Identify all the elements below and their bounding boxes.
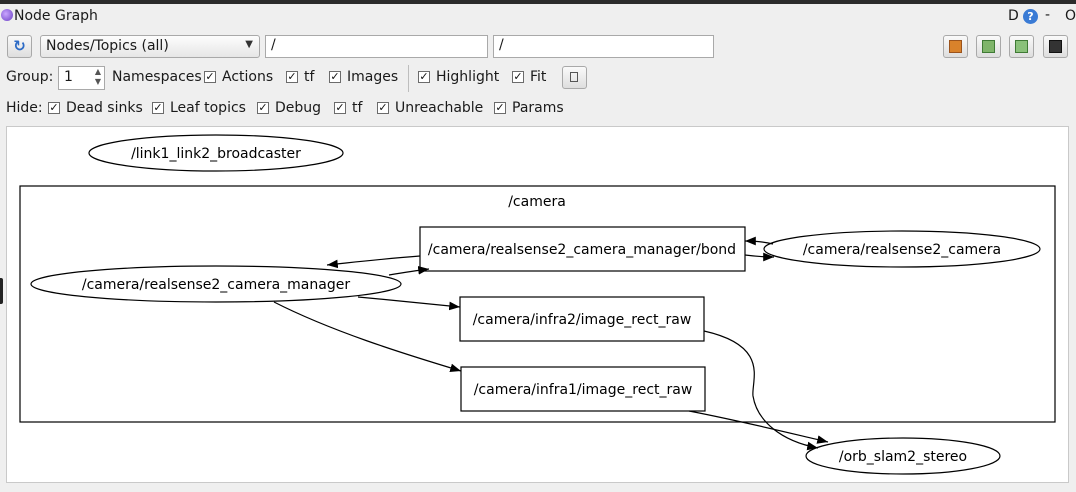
graph-mode-select[interactable]: Nodes/Topics (all) ▼ xyxy=(40,35,260,58)
highlight-label: Highlight xyxy=(436,69,500,85)
actions-label: Actions xyxy=(222,69,274,85)
graph-topic[interactable]: /camera/realsense2_camera_manager/bond xyxy=(419,226,746,272)
refresh-icon: ↻ xyxy=(13,37,26,55)
dead-sinks-label: Dead sinks xyxy=(66,100,143,116)
refresh-button[interactable]: ↻ xyxy=(7,35,32,58)
hide-label: Hide: xyxy=(6,100,43,116)
topic-label-bond: /camera/realsense2_camera_manager/bond xyxy=(428,242,736,258)
fit-checkbox[interactable]: ✓ xyxy=(512,71,524,83)
graph-canvas[interactable]: /camera /link1_link2_broadcaster /camera… xyxy=(6,126,1069,483)
hide-tf-checkbox[interactable]: ✓ xyxy=(334,102,346,114)
edge-bond-to-manager xyxy=(326,255,421,269)
toolbar-separator xyxy=(408,65,409,92)
graph-topic[interactable]: /camera/infra2/image_rect_raw xyxy=(459,296,705,342)
node-filter-input[interactable]: / xyxy=(265,35,488,58)
tf-checkbox[interactable]: ✓ xyxy=(329,71,341,83)
minimize-button[interactable]: - xyxy=(1045,7,1050,23)
images-label: Images xyxy=(347,69,399,85)
highlight-checkbox[interactable]: ✓ xyxy=(418,71,430,83)
screenshot-icon xyxy=(1049,40,1062,53)
app-icon xyxy=(1,9,13,21)
edge-infra2-to-orb xyxy=(703,330,819,451)
edge-camera-to-bond xyxy=(744,236,774,246)
graph-svg: /camera /link1_link2_broadcaster /camera… xyxy=(19,134,1056,475)
unreachable-checkbox[interactable]: ✓ xyxy=(377,102,389,114)
close-button[interactable]: O xyxy=(1065,8,1076,24)
spin-down-icon[interactable]: ▼ xyxy=(95,77,101,86)
params-label: Params xyxy=(512,100,564,116)
graph-node[interactable]: /orb_slam2_stereo xyxy=(805,437,1001,475)
topic-label-infra1: /camera/infra1/image_rect_raw xyxy=(474,382,693,398)
leaf-topics-label: Leaf topics xyxy=(170,100,246,116)
params-checkbox[interactable]: ✓ xyxy=(494,102,506,114)
screenshot-button[interactable] xyxy=(1043,35,1068,58)
edge-manager-to-infra1 xyxy=(273,301,462,373)
fit-label: Fit xyxy=(530,69,547,85)
save-svg-icon xyxy=(1015,40,1028,53)
topic-filter-input[interactable]: / xyxy=(493,35,714,58)
camera-cluster-label: /camera xyxy=(508,194,566,210)
group-spinbox[interactable]: 1 ▲ ▼ xyxy=(58,66,105,90)
load-icon xyxy=(949,40,962,53)
group-value: 1 xyxy=(64,69,73,85)
edge-manager-to-bond xyxy=(388,266,430,276)
node-label-orb-slam: /orb_slam2_stereo xyxy=(839,449,967,465)
splitter-handle[interactable] xyxy=(0,278,3,304)
graph-topic[interactable]: /camera/infra1/image_rect_raw xyxy=(460,366,706,412)
save-svg-button[interactable] xyxy=(1009,35,1034,58)
spin-up-icon[interactable]: ▲ xyxy=(95,67,101,76)
namespaces-label: Namespaces xyxy=(112,69,202,85)
dead-sinks-checkbox[interactable]: ✓ xyxy=(48,102,60,114)
debug-checkbox[interactable]: ✓ xyxy=(257,102,269,114)
fit-icon xyxy=(570,72,578,82)
dock-button[interactable]: D xyxy=(1008,8,1019,24)
group-label: Group: xyxy=(6,69,54,85)
namespaces-checkbox[interactable]: ✓ xyxy=(204,71,216,83)
save-dot-button[interactable] xyxy=(976,35,1001,58)
actions-checkbox[interactable]: ✓ xyxy=(286,71,298,83)
window-title: Node Graph xyxy=(14,8,98,24)
debug-label: Debug xyxy=(275,100,322,116)
fit-view-button[interactable] xyxy=(562,66,587,89)
hide-tf-label: tf xyxy=(352,100,363,116)
graph-node[interactable]: /camera/realsense2_camera xyxy=(763,230,1041,268)
graph-mode-value: Nodes/Topics (all) xyxy=(46,38,169,54)
leaf-topics-checkbox[interactable]: ✓ xyxy=(152,102,164,114)
edge-infra1-to-orb xyxy=(688,410,829,444)
edge-manager-to-infra2 xyxy=(357,296,461,311)
help-icon[interactable]: ? xyxy=(1023,9,1038,24)
save-dot-icon xyxy=(982,40,995,53)
node-label-camera: /camera/realsense2_camera xyxy=(803,242,1001,258)
edge-bond-to-camera xyxy=(744,252,775,262)
graph-node[interactable]: /camera/realsense2_camera_manager xyxy=(30,265,402,303)
chevron-down-icon: ▼ xyxy=(245,39,253,50)
unreachable-label: Unreachable xyxy=(395,100,484,116)
title-bar: Node Graph D ? - O xyxy=(0,4,1076,30)
topic-label-infra2: /camera/infra2/image_rect_raw xyxy=(473,312,692,328)
tf-label: tf xyxy=(304,69,315,85)
graph-node[interactable]: /link1_link2_broadcaster xyxy=(88,134,344,172)
load-button[interactable] xyxy=(943,35,968,58)
node-label-camera-manager: /camera/realsense2_camera_manager xyxy=(82,277,350,293)
node-label-broadcaster: /link1_link2_broadcaster xyxy=(131,146,301,162)
